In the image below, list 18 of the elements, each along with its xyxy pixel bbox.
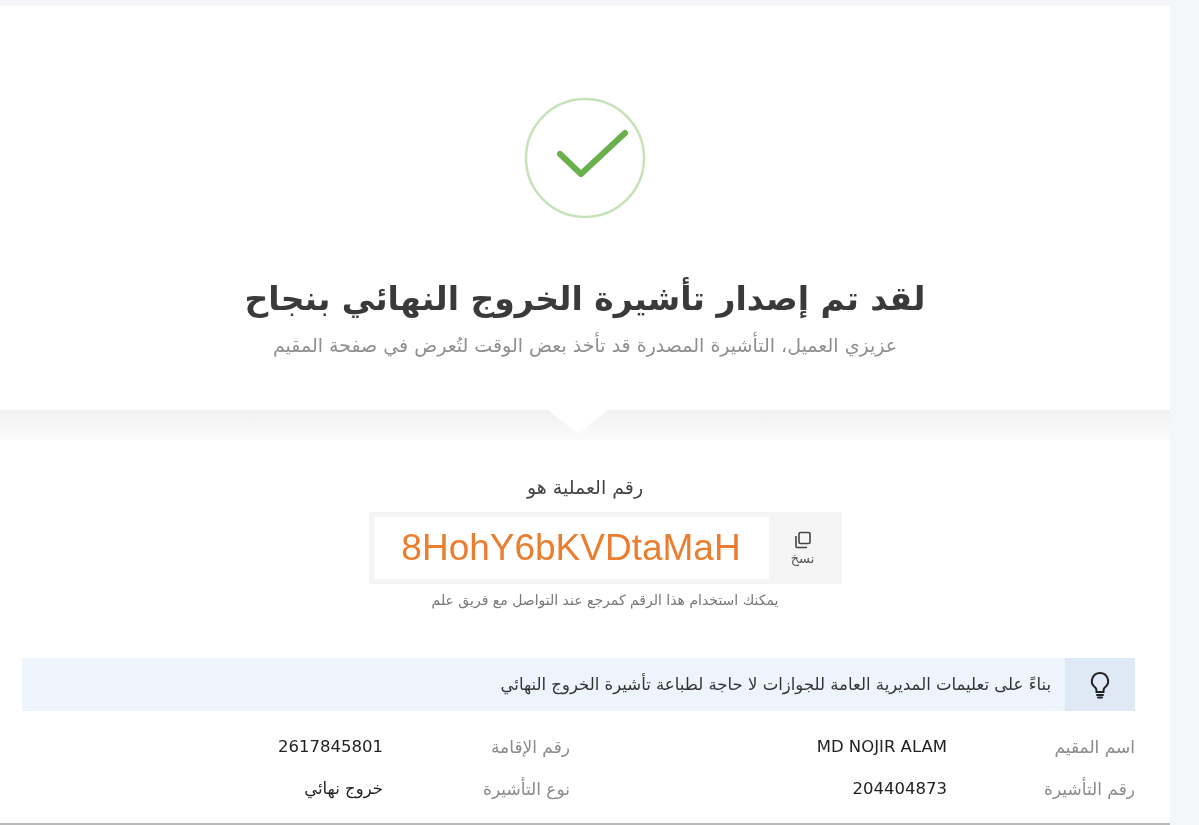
transaction-label: رقم العملية هو	[526, 476, 644, 498]
detail-value: خروج نهائي	[303, 779, 383, 799]
checkmark-icon	[524, 97, 646, 219]
detail-value: 2617845801	[277, 737, 383, 757]
detail-label: نوع التأشيرة	[482, 779, 570, 799]
detail-label: اسم المقيم	[1053, 737, 1135, 757]
detail-label: رقم التأشيرة	[1043, 779, 1135, 799]
success-title: لقد تم إصدار تأشيرة الخروج النهائي بنجاح	[244, 279, 926, 318]
copy-button[interactable]: نسخ	[768, 517, 837, 579]
detail-value: MD NOJIR ALAM	[815, 737, 947, 757]
copy-icon	[793, 530, 812, 549]
subtitle: عزيزي العميل، التأشيرة المصدرة قد تأخذ بعض الوقت لتُعرض في صفحة المقيم	[272, 334, 898, 356]
hint-text: يمكنك استخدام هذا الرقم كمرجع عند التواصل مع فريق علم	[431, 592, 779, 608]
lightbulb-icon	[1089, 670, 1111, 699]
transaction-code: 8HohY6bKVDtaMaH	[373, 517, 769, 579]
detail-label: رقم الإقامة	[490, 737, 570, 757]
detail-value: 204404873	[851, 779, 947, 799]
notice-text: بناءً على تعليمات المديرية العامة للجوازات لا حاجة لطباعة تأشيرة الخروج النهائي	[500, 672, 1052, 697]
